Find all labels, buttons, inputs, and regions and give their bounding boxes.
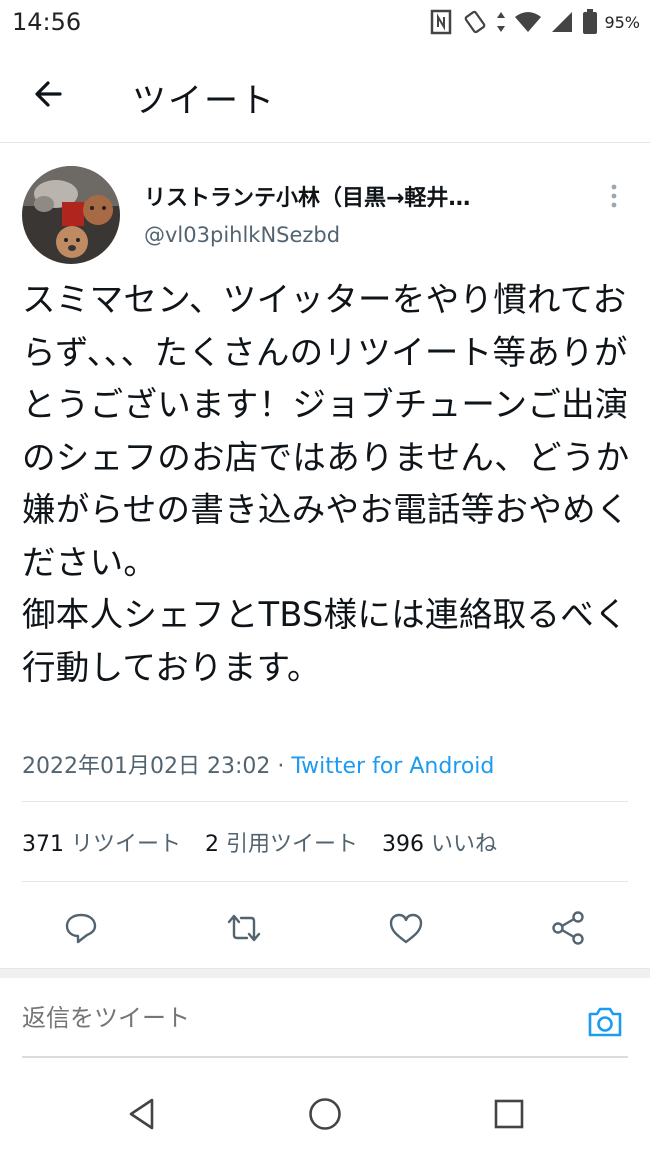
camera-icon <box>588 1007 622 1037</box>
divider <box>22 801 628 802</box>
arrow-left-icon <box>35 81 62 107</box>
reply-icon <box>65 913 97 944</box>
circle-home-icon <box>309 1098 341 1130</box>
battery-percent: 95% <box>604 12 640 32</box>
meta-separator: · <box>270 754 292 779</box>
retweet-button[interactable] <box>224 908 264 948</box>
share-button[interactable] <box>548 908 588 948</box>
like-button[interactable] <box>386 908 426 948</box>
retweets-stat[interactable]: 371 リツイート <box>22 826 181 858</box>
quotes-label: 引用ツイート <box>226 832 359 857</box>
page-title: ツイート <box>132 81 276 121</box>
nav-home-button[interactable] <box>305 1094 345 1134</box>
status-icons: 95% <box>430 9 640 35</box>
wifi-icon <box>515 12 542 32</box>
nav-back-button[interactable] <box>122 1094 162 1134</box>
status-bar: 14:56 95% <box>0 0 650 46</box>
tweet-meta: 2022年01月02日 23:02 · Twitter for Android <box>22 748 494 780</box>
reply-button[interactable] <box>61 908 101 948</box>
avatar-image <box>22 166 120 264</box>
likes-count: 396 <box>382 832 425 857</box>
quotes-count: 2 <box>205 832 220 857</box>
more-options-button[interactable] <box>604 182 624 210</box>
square-recents-icon <box>494 1099 524 1129</box>
status-time: 14:56 <box>12 8 82 36</box>
likes-label: いいね <box>431 832 498 857</box>
rotate-icon <box>465 10 486 34</box>
nfc-icon <box>431 9 452 35</box>
battery-icon <box>583 9 598 34</box>
reply-composer <box>22 1000 628 1058</box>
section-separator <box>0 968 650 978</box>
divider <box>22 881 628 882</box>
tweet-timestamp: 2022年01月02日 23:02 <box>22 754 271 779</box>
tweet-stats: 371 リツイート 2 引用ツイート 396 いいね <box>22 826 497 858</box>
camera-button[interactable] <box>586 1004 624 1040</box>
more-vertical-icon <box>611 184 617 208</box>
tweet-source-link[interactable]: Twitter for Android <box>291 754 494 779</box>
user-handle[interactable]: @vl03pihlkNSezbd <box>144 223 340 247</box>
reply-input[interactable] <box>22 1004 522 1032</box>
display-name[interactable]: リストランテ小林（目黒→軽井… <box>144 180 470 212</box>
top-app-bar: ツイート <box>0 46 650 143</box>
tweet-actions <box>0 900 650 956</box>
retweet-icon <box>227 914 261 942</box>
nav-recents-button[interactable] <box>489 1094 529 1134</box>
cell-signal-icon <box>552 12 573 32</box>
triangle-back-icon <box>129 1098 154 1130</box>
back-button[interactable] <box>30 76 70 112</box>
system-nav-bar <box>0 1070 650 1156</box>
quotes-stat[interactable]: 2 引用ツイート <box>205 826 358 858</box>
data-arrows-icon <box>497 12 506 32</box>
tweet-text: スミマセン、ツイッターをやり慣れておらず、、、たくさんのリツイート等ありがとうご… <box>22 280 630 687</box>
likes-stat[interactable]: 396 いいね <box>382 826 497 858</box>
like-icon <box>389 913 423 944</box>
retweets-count: 371 <box>22 832 64 857</box>
share-icon <box>552 911 584 945</box>
retweets-label: リツイート <box>71 832 182 857</box>
avatar[interactable] <box>22 166 120 264</box>
